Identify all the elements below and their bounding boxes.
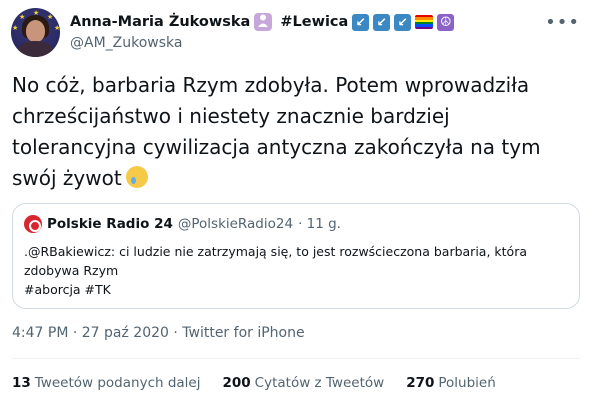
tweet-header: ★ ★ ★ ★ ★ Anna-Maria Żukowska #Lewica ↙ …: [11, 8, 586, 60]
quoted-hashtags[interactable]: #aborcja #TK: [24, 280, 569, 299]
peace-symbol-icon: ☮: [437, 13, 455, 31]
rainbow-flag-icon: [415, 15, 434, 29]
quoted-author-handle[interactable]: @PolskieRadio24: [178, 216, 293, 232]
quoted-tweet[interactable]: Polskie Radio 24 @PolskieRadio24 · 11 g.…: [12, 203, 580, 309]
divider: [12, 358, 580, 359]
tweet-line: No cóż, barbaria Rzym zdobyła. Potem wpr…: [12, 73, 530, 97]
retweets-label: Tweetów podanych dalej: [34, 375, 201, 391]
arrow-down-left-icon: ↙: [373, 13, 391, 31]
arrow-down-left-icon: ↙: [352, 13, 370, 31]
user-handle[interactable]: @AM_Zukowska: [70, 35, 182, 51]
tweet-line: chrześcijaństwo i niestety znacznie bard…: [12, 104, 450, 128]
quoted-tweet-text: .@RBakiewicz: ci ludzie nie zatrzymają s…: [24, 242, 569, 299]
quoted-tweet-header: Polskie Radio 24 @PolskieRadio24 · 11 g.: [24, 215, 341, 233]
tweet-line-text: swój żywot: [12, 166, 122, 190]
quoted-author-name[interactable]: Polskie Radio 24: [47, 216, 173, 232]
star-icon: ★: [54, 24, 60, 32]
tweet-line: tolerancyjna cywilizacja antyczna zakońc…: [12, 135, 541, 159]
likes-stat[interactable]: 270 Polubień: [406, 375, 496, 391]
star-icon: ★: [12, 24, 19, 32]
quoted-line: .@RBakiewicz: ci ludzie nie zatrzymają s…: [24, 244, 527, 259]
tweet-timestamp[interactable]: 4:47 PM · 27 paź 2020 · Twitter for iPho…: [12, 325, 305, 341]
likes-count: 270: [406, 375, 435, 391]
star-icon: ★: [47, 13, 54, 21]
hashtag-link[interactable]: #Lewica: [280, 14, 348, 30]
retweets-count: 13: [12, 375, 31, 391]
quotes-count: 200: [222, 375, 251, 391]
avatar[interactable]: ★ ★ ★ ★ ★: [11, 8, 60, 57]
tweet-text: No cóż, barbaria Rzym zdobyła. Potem wpr…: [12, 70, 577, 194]
quoted-tweet-time: · 11 g.: [298, 216, 341, 232]
person-tipping-hand-icon: [254, 13, 273, 31]
name-row: Anna-Maria Żukowska #Lewica ↙ ↙ ↙ ☮: [70, 11, 455, 33]
likes-label: Polubień: [438, 375, 496, 391]
polskie-radio-logo-icon: [24, 215, 42, 233]
crying-face-icon: [125, 166, 148, 188]
quotes-label: Cytatów z Tweetów: [254, 375, 385, 391]
tweet-line-last: swój żywot: [12, 163, 577, 194]
display-name[interactable]: Anna-Maria Żukowska: [70, 14, 250, 30]
quotes-stat[interactable]: 200 Cytatów z Tweetów: [222, 375, 384, 391]
avatar-face: [26, 20, 45, 42]
avatar-body: [18, 41, 53, 57]
arrow-down-left-icon: ↙: [394, 13, 412, 31]
engagement-stats: 13 Tweetów podanych dalej 200 Cytatów z Tw…: [12, 375, 496, 391]
quoted-line: zdobywa Rzym: [24, 263, 119, 278]
retweets-stat[interactable]: 13 Tweetów podanych dalej: [12, 375, 200, 391]
more-options-icon[interactable]: •••: [545, 12, 580, 33]
